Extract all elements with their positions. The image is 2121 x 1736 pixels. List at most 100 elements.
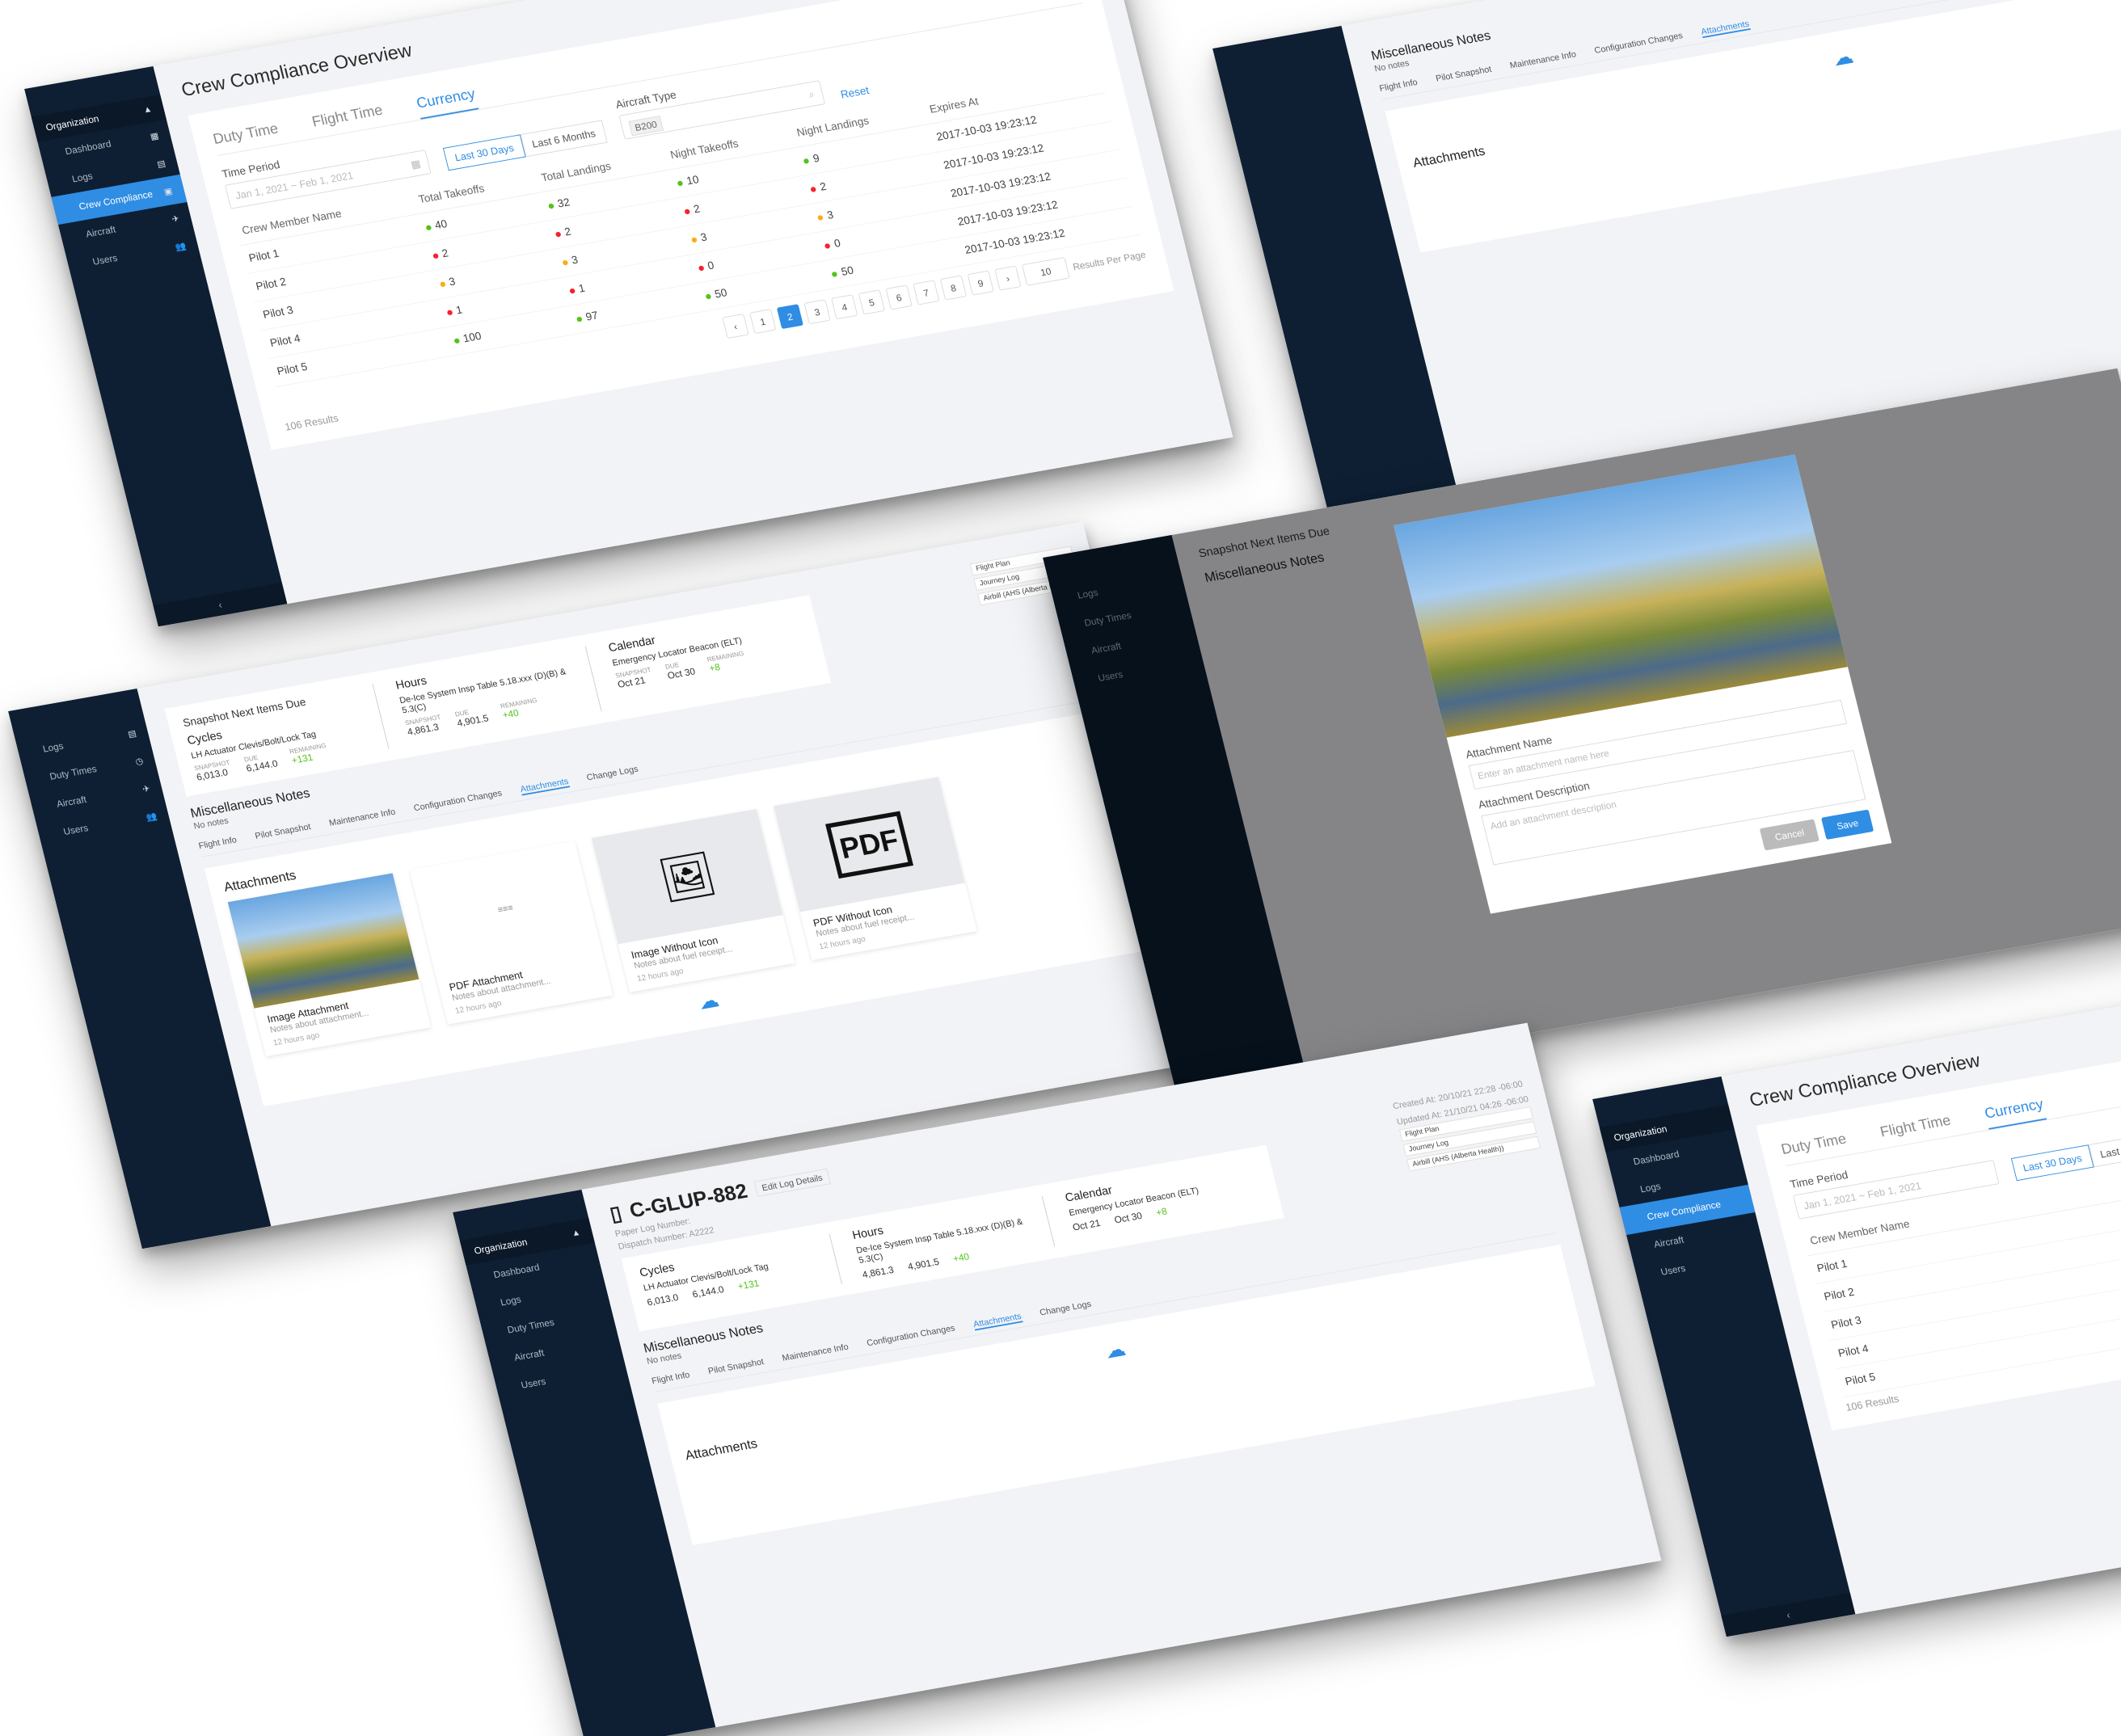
page-button[interactable]: 7 <box>913 280 940 305</box>
status-dot <box>576 316 583 322</box>
sidebar-collapse-button[interactable]: ‹ <box>153 582 288 627</box>
tab-change-logs[interactable]: Change Logs <box>585 764 639 784</box>
snapshot-cycles: Snapshot Next Items Due Cycles LH Actuat… <box>181 684 390 783</box>
status-dot <box>425 225 432 231</box>
tab-maintenance-info[interactable]: Maintenance Info <box>328 807 397 829</box>
page-button[interactable]: 3 <box>803 299 831 325</box>
hours-remaining: +40 <box>501 706 521 721</box>
page-button[interactable]: 9 <box>967 270 994 296</box>
tab-flight-time[interactable]: Flight Time <box>1877 1106 1954 1148</box>
page-button[interactable]: 1 <box>749 309 777 335</box>
snapshot-hours: Hours De-Ice System Insp Table 5.18.xxx … <box>851 1196 1056 1280</box>
tab-pilot-snapshot[interactable]: Pilot Snapshot <box>254 821 312 842</box>
page-button[interactable]: ‹ <box>722 314 749 339</box>
modal-card-d: Logs Duty Times Aircraft Users Snapshot … <box>1043 368 2121 1096</box>
status-dot <box>547 203 554 209</box>
status-dot <box>569 288 576 294</box>
lbl-remaining: REMAINING <box>706 649 745 664</box>
tab-duty-time[interactable]: Duty Time <box>1778 1125 1850 1165</box>
log-icon: ▤ <box>155 158 167 170</box>
tab-currency[interactable]: Currency <box>1981 1090 2047 1130</box>
tab-configuration-changes[interactable]: Configuration Changes <box>1593 30 1684 57</box>
cycles-due: 6,144.0 <box>691 1283 725 1300</box>
status-dot <box>677 180 684 187</box>
clipboard-icon: ▯ <box>607 1201 625 1226</box>
tab-maintenance-info[interactable]: Maintenance Info <box>781 1342 850 1364</box>
status-dot <box>824 242 831 249</box>
tab-change-logs[interactable]: Change Logs <box>1039 1299 1093 1319</box>
lbl-remaining: REMAINING <box>500 696 538 710</box>
aircraft-tag[interactable]: B200 <box>628 115 664 137</box>
calendar-icon: ▦ <box>409 157 422 171</box>
status-dot <box>439 281 446 288</box>
page-button[interactable]: 4 <box>831 294 858 320</box>
attachment-card[interactable]: Image Attachment Notes about attachment..… <box>227 873 432 1057</box>
compliance-icon: ▣ <box>162 185 174 197</box>
mockup-stage: Organization ▲ Dashboard ▦ Logs ▤ Crew Comp… <box>0 0 2121 1736</box>
users-icon: 👥 <box>174 240 188 253</box>
tab-flight-info[interactable]: Flight Info <box>651 1369 691 1387</box>
calendar-due: Oct 30 <box>1113 1210 1144 1226</box>
plane-icon: ✈ <box>141 782 151 794</box>
search-icon: ⌕ <box>807 87 816 100</box>
status-dot <box>554 231 562 238</box>
hours-remaining: +40 <box>951 1250 971 1265</box>
tab-pilot-snapshot[interactable]: Pilot Snapshot <box>1435 64 1493 85</box>
per-page-label: Results Per Page <box>1071 248 1147 272</box>
page-button[interactable]: 6 <box>885 284 913 310</box>
page-button[interactable]: › <box>994 265 1022 291</box>
snapshot-calendar: Calendar Emergency Locator Beacon (ELT) … <box>1064 1159 1267 1243</box>
tab-flight-info[interactable]: Flight Info <box>1378 77 1419 95</box>
tab-flight-info[interactable]: Flight Info <box>197 834 238 852</box>
per-page-input[interactable]: 10 <box>1021 257 1070 286</box>
tab-attachments[interactable]: Attachments <box>1699 18 1751 39</box>
sidebar-collapse-button[interactable]: ‹ <box>1721 1592 1856 1637</box>
tab-pilot-snapshot[interactable]: Pilot Snapshot <box>707 1356 765 1377</box>
calendar-snapshot: Oct 21 <box>1071 1217 1102 1233</box>
hours-due: 4,901.5 <box>906 1256 941 1273</box>
main-area: Crew Compliance Overview Duty Time Fligh… <box>153 0 1233 605</box>
range-last-30-days[interactable]: Last 30 Days <box>2010 1144 2094 1182</box>
dashboard-icon: ▦ <box>149 129 160 141</box>
page-button[interactable]: 2 <box>776 304 803 330</box>
tab-flight-time[interactable]: Flight Time <box>309 96 386 137</box>
snapshot-cycles: Cycles LH Actuator Clevis/Bolt/Lock Tag … <box>638 1233 842 1318</box>
range-last-6-months[interactable]: Last 6 Months <box>2088 1130 2121 1168</box>
tab-configuration-changes[interactable]: Configuration Changes <box>866 1323 956 1350</box>
save-button[interactable]: Save <box>1821 809 1874 840</box>
log-icon: ▤ <box>126 727 137 739</box>
status-dot <box>698 265 705 272</box>
tab-attachments[interactable]: Attachments <box>519 776 570 796</box>
status-dot <box>803 158 810 164</box>
tab-maintenance-info[interactable]: Maintenance Info <box>1509 48 1578 71</box>
status-dot <box>562 259 569 266</box>
status-dot <box>705 293 712 300</box>
attachment-card[interactable]: ≡≡≡ PDF Attachment Notes about attachment… <box>409 841 614 1025</box>
compliance-card-f: Organization Dashboard Logs Crew Complia… <box>1592 909 2121 1637</box>
snapshot-calendar: Calendar Emergency Locator Beacon (ELT) … <box>607 609 814 707</box>
cancel-button[interactable]: Cancel <box>1759 819 1820 851</box>
page-button[interactable]: 8 <box>939 275 967 301</box>
chevron-up-icon: ▲ <box>141 103 154 116</box>
status-dot <box>810 186 817 192</box>
clock-icon: ◷ <box>134 755 145 767</box>
attachment-card[interactable]: 🖼 Image Without Icon Notes about fuel rec… <box>591 808 795 992</box>
tab-configuration-changes[interactable]: Configuration Changes <box>412 788 503 815</box>
tab-attachments[interactable]: Attachments <box>972 1311 1023 1331</box>
attachment-card[interactable]: PDF PDF Without Icon Notes about fuel rec… <box>774 777 977 961</box>
hours-snapshot: 4,861.3 <box>861 1264 896 1280</box>
range-last-30-days[interactable]: Last 30 Days <box>442 134 526 171</box>
calendar-remaining: +8 <box>1154 1205 1169 1219</box>
status-dot <box>446 310 453 316</box>
page-button[interactable]: 5 <box>858 289 885 315</box>
snapshot-hours: Hours De-Ice System Insp Table 5.18.xxx … <box>394 646 602 745</box>
tab-duty-time[interactable]: Duty Time <box>210 115 282 155</box>
cycles-remaining: +131 <box>736 1277 761 1292</box>
range-toggle: Last 30 Days Last 6 Months <box>2010 1130 2121 1182</box>
pdf-icon-label: PDF <box>824 811 913 879</box>
reset-link[interactable]: Reset <box>839 84 870 101</box>
chevron-up-icon: ▲ <box>570 1227 582 1239</box>
tab-currency[interactable]: Currency <box>413 80 479 120</box>
status-dot <box>831 271 838 278</box>
range-last-6-months[interactable]: Last 6 Months <box>520 120 608 158</box>
